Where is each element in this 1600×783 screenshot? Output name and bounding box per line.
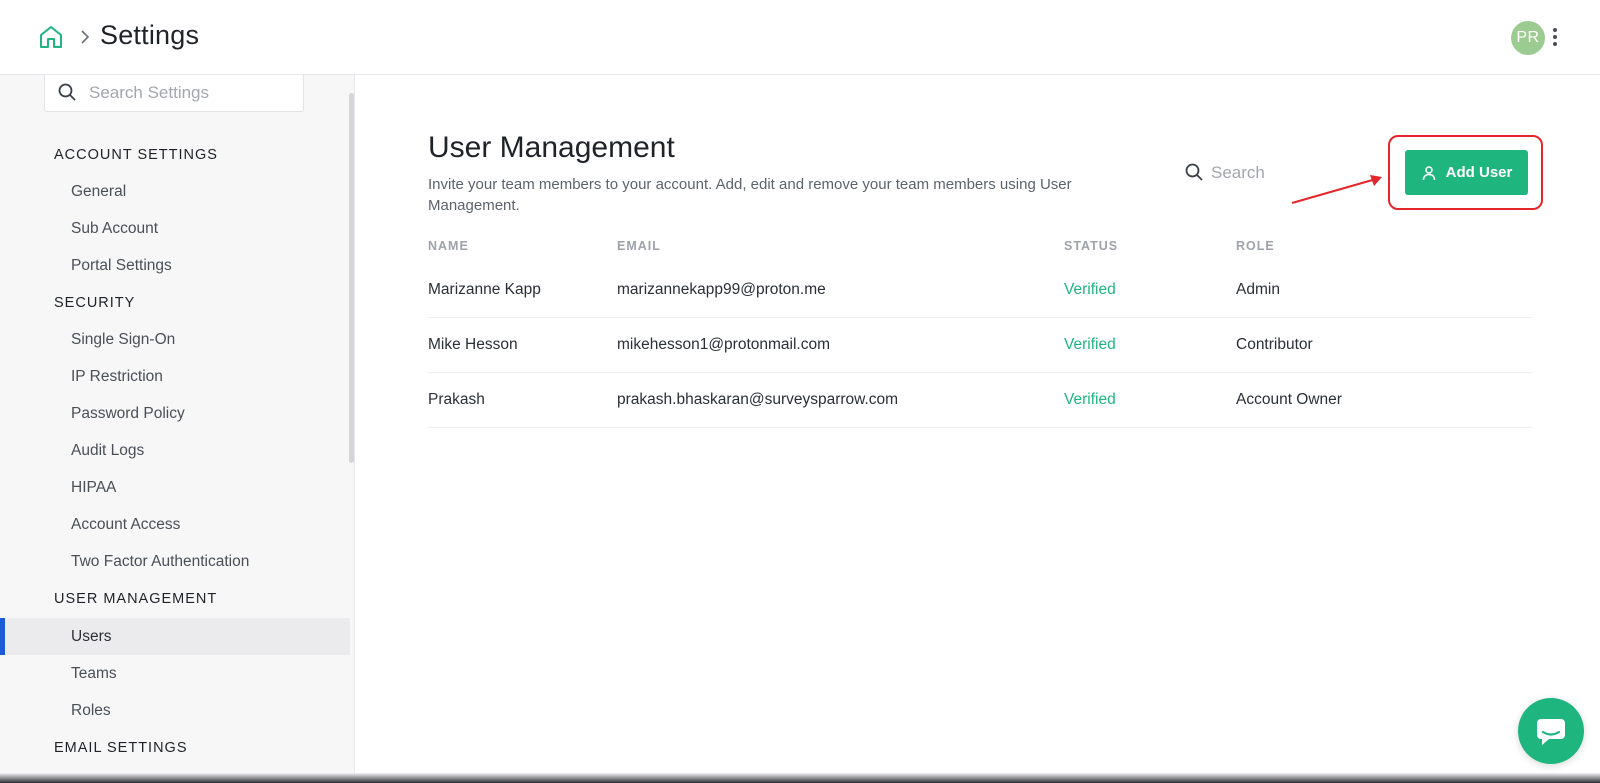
sidebar-item-audit-logs[interactable]: Audit Logs xyxy=(0,432,350,469)
user-email: mikehesson1@protonmail.com xyxy=(617,336,831,353)
kebab-menu-icon[interactable] xyxy=(1551,26,1559,48)
page-title: Settings xyxy=(100,20,200,50)
table-header: NAME EMAIL STATUS ROLE xyxy=(428,235,1532,263)
sidebar-search-input[interactable] xyxy=(89,81,289,105)
add-user-button[interactable]: Add User xyxy=(1405,150,1528,195)
table-row[interactable]: Marizanne Kapp marizannekapp99@proton.me… xyxy=(428,263,1532,318)
sidebar-item-single-sign-on[interactable]: Single Sign-On xyxy=(0,321,350,358)
chevron-right-icon xyxy=(81,30,90,44)
table-row[interactable]: Prakash prakash.bhaskaran@surveysparrow.… xyxy=(428,373,1532,428)
user-role: Contributor xyxy=(1236,336,1313,353)
sidebar-item-account-access[interactable]: Account Access xyxy=(0,506,350,543)
search-icon xyxy=(1185,163,1203,181)
users-table: NAME EMAIL STATUS ROLE Marizanne Kapp ma… xyxy=(428,235,1532,428)
sidebar-item-two-factor-authentication[interactable]: Two Factor Authentication xyxy=(0,543,350,580)
sidebar-section-email-settings: EMAIL SETTINGS xyxy=(54,740,188,756)
sidebar-item-ip-restriction[interactable]: IP Restriction xyxy=(0,358,350,395)
column-header-email[interactable]: EMAIL xyxy=(617,239,661,253)
sidebar-item-roles[interactable]: Roles xyxy=(0,692,350,729)
settings-sidebar: ACCOUNT SETTINGS General Sub Account Por… xyxy=(0,75,355,783)
user-status: Verified xyxy=(1064,391,1116,408)
column-header-status[interactable]: STATUS xyxy=(1064,239,1118,253)
sidebar-item-password-policy[interactable]: Password Policy xyxy=(0,395,350,432)
sidebar-section-user-management: USER MANAGEMENT xyxy=(54,591,218,607)
window-bottom-edge xyxy=(0,773,1600,783)
user-name: Marizanne Kapp xyxy=(428,281,541,298)
section-title: User Management xyxy=(428,131,675,164)
chat-widget-button[interactable] xyxy=(1518,698,1584,764)
sidebar-item-sub-account[interactable]: Sub Account xyxy=(0,210,350,247)
user-name: Prakash xyxy=(428,391,485,408)
add-user-label: Add User xyxy=(1445,164,1513,181)
chat-icon xyxy=(1537,719,1565,745)
user-name: Mike Hesson xyxy=(428,336,518,353)
sidebar-item-hipaa[interactable]: HIPAA xyxy=(0,469,350,506)
home-icon[interactable] xyxy=(38,24,64,50)
column-header-role[interactable]: ROLE xyxy=(1236,239,1275,253)
sidebar-item-teams[interactable]: Teams xyxy=(0,655,350,692)
user-email: marizannekapp99@proton.me xyxy=(617,281,826,298)
user-email: prakash.bhaskaran@surveysparrow.com xyxy=(617,391,899,408)
user-icon xyxy=(1422,165,1435,180)
sidebar-scrollbar[interactable] xyxy=(349,93,354,463)
search-icon xyxy=(58,83,76,101)
top-header: Settings PR xyxy=(0,0,1600,75)
sidebar-section-account-settings: ACCOUNT SETTINGS xyxy=(54,147,218,163)
user-role: Account Owner xyxy=(1236,391,1342,408)
sidebar-item-users[interactable]: Users xyxy=(0,618,350,655)
table-row[interactable]: Mike Hesson mikehesson1@protonmail.com V… xyxy=(428,318,1532,373)
section-description: Invite your team members to your account… xyxy=(428,176,1072,214)
annotation-arrow-icon xyxy=(1291,175,1382,204)
main-content: User Management Invite your team members… xyxy=(356,75,1600,783)
sidebar-item-general[interactable]: General xyxy=(0,173,350,210)
sidebar-search xyxy=(44,75,304,112)
user-status: Verified xyxy=(1064,281,1116,298)
user-status: Verified xyxy=(1064,336,1116,353)
column-header-name[interactable]: NAME xyxy=(428,239,469,253)
user-role: Admin xyxy=(1236,281,1280,298)
avatar[interactable]: PR xyxy=(1511,21,1545,55)
sidebar-item-portal-settings[interactable]: Portal Settings xyxy=(0,247,350,284)
sidebar-section-security: SECURITY xyxy=(54,295,136,311)
